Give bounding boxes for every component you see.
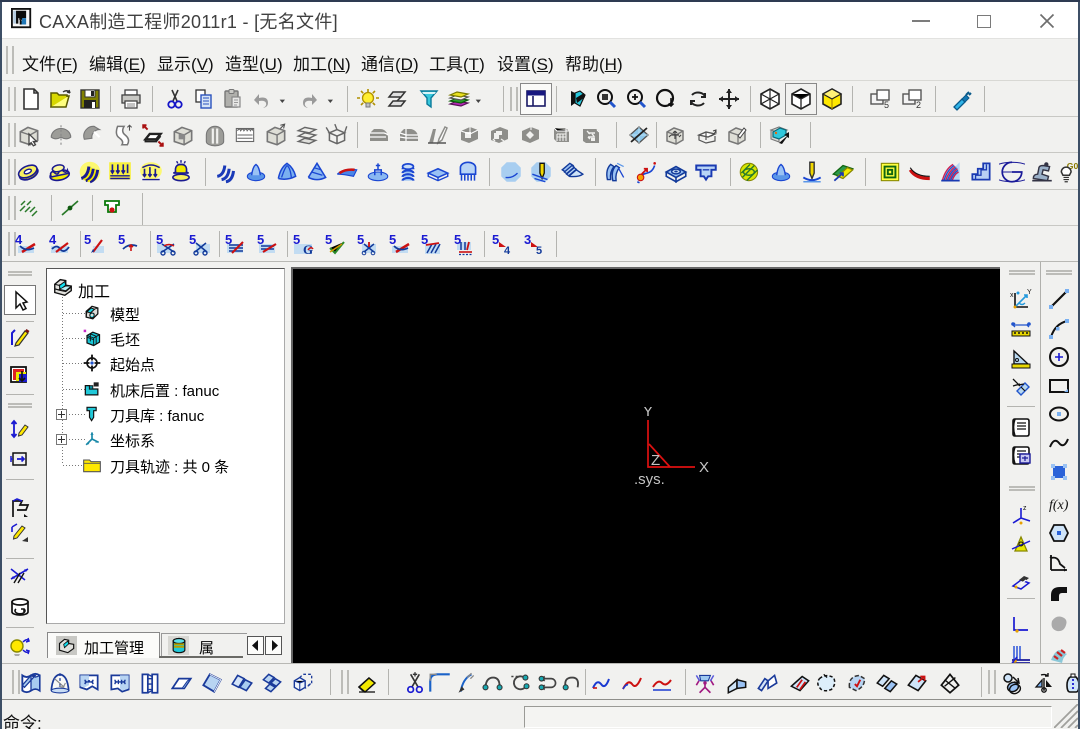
svg-text:f(x): f(x) — [1049, 498, 1069, 513]
svg-text:x: x — [1010, 292, 1014, 299]
svg-text:.sys.: .sys. — [634, 471, 665, 488]
svg-text:4: 4 — [49, 232, 57, 247]
svg-text:5: 5 — [389, 232, 396, 247]
svg-text:5: 5 — [84, 232, 91, 247]
svg-text:5: 5 — [536, 245, 542, 256]
svg-text:5: 5 — [454, 232, 461, 247]
svg-text:5: 5 — [884, 100, 889, 110]
svg-text:Z: Z — [651, 452, 660, 469]
svg-text:5: 5 — [118, 232, 125, 247]
svg-text:4: 4 — [504, 245, 511, 256]
svg-text:5: 5 — [492, 232, 499, 247]
svg-text:5: 5 — [293, 232, 300, 247]
svg-text:5: 5 — [325, 232, 332, 247]
svg-text:z: z — [1023, 505, 1027, 512]
svg-text:2: 2 — [916, 100, 921, 110]
svg-text:Y: Y — [1027, 289, 1032, 296]
svg-text:5: 5 — [189, 232, 196, 247]
svg-text:4: 4 — [15, 232, 23, 247]
svg-text:X: X — [699, 459, 709, 476]
svg-text:Y: Y — [642, 407, 652, 420]
svg-text:5: 5 — [257, 232, 264, 247]
svg-text:5: 5 — [357, 232, 364, 247]
svg-text:3: 3 — [524, 232, 531, 247]
